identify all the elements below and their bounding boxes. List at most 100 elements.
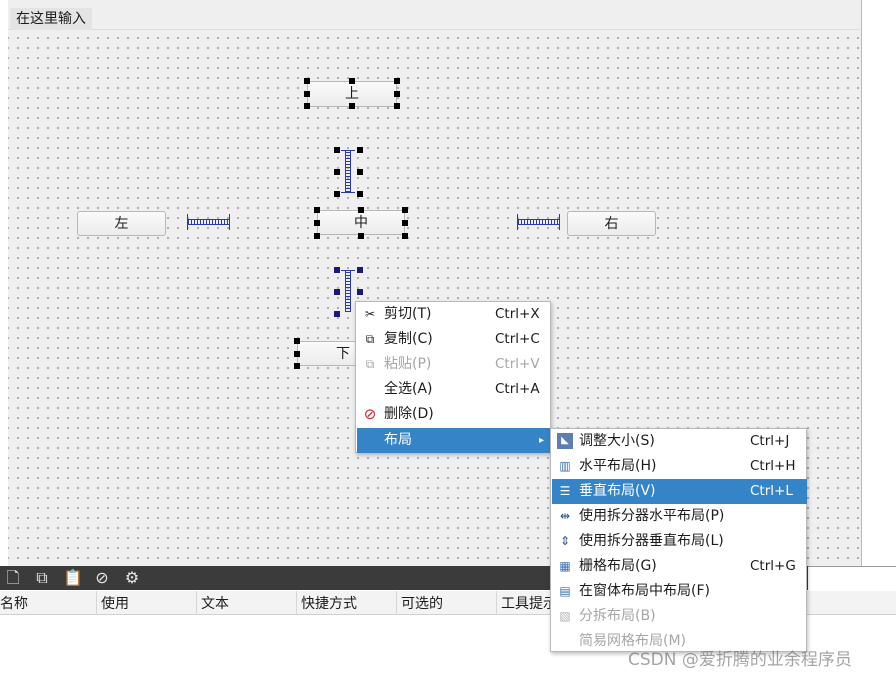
selection-handle[interactable] (402, 207, 408, 213)
layout-submenu: ◣ 调整大小(S) Ctrl+J ▥ 水平布局(H) Ctrl+H ☰ 垂直布局… (550, 428, 807, 652)
grid-layout-icon: ▦ (559, 559, 571, 573)
menu-item-label: 使用拆分器水平布局(P) (579, 508, 725, 524)
delete-action-icon[interactable]: ⊘ (93, 569, 111, 587)
menu-item-cut[interactable]: ✂ 剪切(T) Ctrl+X (357, 302, 551, 327)
submenu-item-vertical-layout[interactable]: ☰ 垂直布局(V) Ctrl+L (552, 479, 807, 504)
selection-handle[interactable] (294, 363, 300, 369)
menu-item-shortcut: Ctrl+X (495, 306, 540, 322)
menu-item-shortcut: Ctrl+J (750, 433, 790, 449)
context-menu: ✂ 剪切(T) Ctrl+X ⧉ 复制(C) Ctrl+C ⧉ 粘贴(P) Ct… (355, 301, 551, 453)
horizontal-spacer-right[interactable] (518, 219, 559, 225)
delete-icon: ⊘ (363, 405, 377, 423)
watermark-text: CSDN @爱折腾的业余程序员 (628, 650, 852, 670)
menu-item-shortcut: Ctrl+H (750, 458, 796, 474)
selection-handle[interactable] (402, 233, 408, 239)
selection-handle[interactable] (334, 289, 340, 295)
paste-icon: ⧉ (365, 357, 375, 371)
selection-handle[interactable] (304, 91, 310, 97)
menu-item-label: 使用拆分器垂直布局(L) (579, 533, 724, 549)
horizontal-layout-icon: ▥ (559, 459, 571, 473)
horizontal-splitter-icon: ⇹ (559, 509, 571, 523)
selection-handle[interactable] (358, 207, 364, 213)
selection-handle[interactable] (314, 233, 320, 239)
form-layout-icon: ▤ (559, 584, 571, 598)
vertical-splitter-icon: ⇕ (559, 534, 571, 548)
menu-item-label: 栅格布局(G) (579, 558, 657, 574)
push-button-right[interactable]: 右 (567, 211, 656, 236)
submenu-item-break-layout: ▧ 分拆布局(B) (552, 604, 807, 629)
submenu-arrow-icon: ▸ (539, 435, 545, 446)
scissors-icon: ✂ (364, 307, 376, 321)
settings-icon[interactable]: ⚙ (123, 569, 141, 587)
menu-item-select-all[interactable]: 全选(A) Ctrl+A (357, 377, 551, 402)
vertical-spacer-lower[interactable] (345, 271, 351, 312)
selection-handle[interactable] (304, 103, 310, 109)
menu-item-copy[interactable]: ⧉ 复制(C) Ctrl+C (357, 327, 551, 352)
submenu-item-grid-layout[interactable]: ▦ 栅格布局(G) Ctrl+G (552, 554, 807, 579)
selection-handle[interactable] (394, 91, 400, 97)
vertical-spacer-upper[interactable] (345, 151, 351, 192)
vertical-layout-icon: ☰ (559, 484, 571, 498)
menu-item-label: 全选(A) (384, 381, 433, 397)
menu-item-shortcut: Ctrl+V (495, 356, 540, 372)
menu-item-label: 删除(D) (384, 406, 434, 422)
column-header-shortcut[interactable]: 快捷方式 (296, 591, 396, 615)
menu-item-label: 在窗体布局中布局(F) (579, 583, 710, 599)
selection-handle[interactable] (394, 103, 400, 109)
selection-handle[interactable] (357, 147, 363, 153)
selection-handle[interactable] (294, 338, 300, 344)
selection-handle[interactable] (357, 169, 363, 175)
selection-handle[interactable] (334, 169, 340, 175)
selection-handle[interactable] (334, 267, 340, 273)
selection-handle[interactable] (357, 289, 363, 295)
column-header-name[interactable]: 名称 (0, 591, 96, 615)
submenu-item-adjust-size[interactable]: ◣ 调整大小(S) Ctrl+J (552, 429, 807, 454)
submenu-item-horizontal-layout[interactable]: ▥ 水平布局(H) Ctrl+H (552, 454, 807, 479)
selection-handle[interactable] (334, 191, 340, 197)
selection-handle[interactable] (304, 78, 310, 84)
spacer-cap (341, 192, 355, 193)
copy-action-icon[interactable]: ⧉ (33, 569, 51, 587)
selection-handle[interactable] (357, 191, 363, 197)
menu-item-shortcut: Ctrl+C (495, 331, 540, 347)
menubar-placeholder-item[interactable]: 在这里输入 (10, 8, 92, 30)
menu-item-shortcut: Ctrl+G (750, 558, 796, 574)
menu-item-label: 布局 (384, 432, 412, 448)
menu-item-label: 垂直布局(V) (579, 483, 656, 499)
menu-item-label: 粘贴(P) (384, 356, 432, 372)
selection-handle[interactable] (294, 351, 300, 357)
selection-handle[interactable] (394, 78, 400, 84)
menu-item-paste: ⧉ 粘贴(P) Ctrl+V (357, 352, 551, 377)
selection-handle[interactable] (357, 267, 363, 273)
menu-item-shortcut: Ctrl+L (750, 483, 793, 499)
selection-handle[interactable] (402, 220, 408, 226)
new-action-icon[interactable]: 🗋 (4, 569, 22, 587)
copy-icon: ⧉ (365, 332, 375, 346)
selection-handle[interactable] (349, 78, 355, 84)
spacer-cap (559, 214, 560, 230)
canvas-left-margin (0, 0, 8, 570)
paste-action-icon[interactable]: 📋 (63, 569, 83, 587)
menu-item-delete[interactable]: ⊘ 删除(D) (357, 402, 551, 427)
push-button-center[interactable]: 中 (317, 210, 405, 235)
horizontal-spacer-left[interactable] (188, 219, 229, 225)
submenu-item-horizontal-splitter[interactable]: ⇹ 使用拆分器水平布局(P) (552, 504, 807, 529)
column-header-used[interactable]: 使用 (96, 591, 196, 615)
submenu-item-form-layout[interactable]: ▤ 在窗体布局中布局(F) (552, 579, 807, 604)
spacer-cap (229, 214, 230, 230)
submenu-item-vertical-splitter[interactable]: ⇕ 使用拆分器垂直布局(L) (552, 529, 807, 554)
selection-handle[interactable] (314, 220, 320, 226)
form-menubar[interactable] (8, 4, 860, 30)
menu-item-label: 分拆布局(B) (579, 608, 656, 624)
push-button-left[interactable]: 左 (77, 211, 166, 236)
selection-handle[interactable] (358, 233, 364, 239)
menu-item-layout[interactable]: 布局 ▸ (357, 428, 551, 453)
adjust-size-icon: ◣ (557, 433, 573, 449)
column-header-checkable[interactable]: 可选的 (396, 591, 496, 615)
selection-handle[interactable] (314, 207, 320, 213)
break-layout-icon: ▧ (559, 609, 571, 623)
selection-handle[interactable] (334, 311, 340, 317)
selection-handle[interactable] (334, 147, 340, 153)
selection-handle[interactable] (349, 103, 355, 109)
column-header-text[interactable]: 文本 (196, 591, 296, 615)
